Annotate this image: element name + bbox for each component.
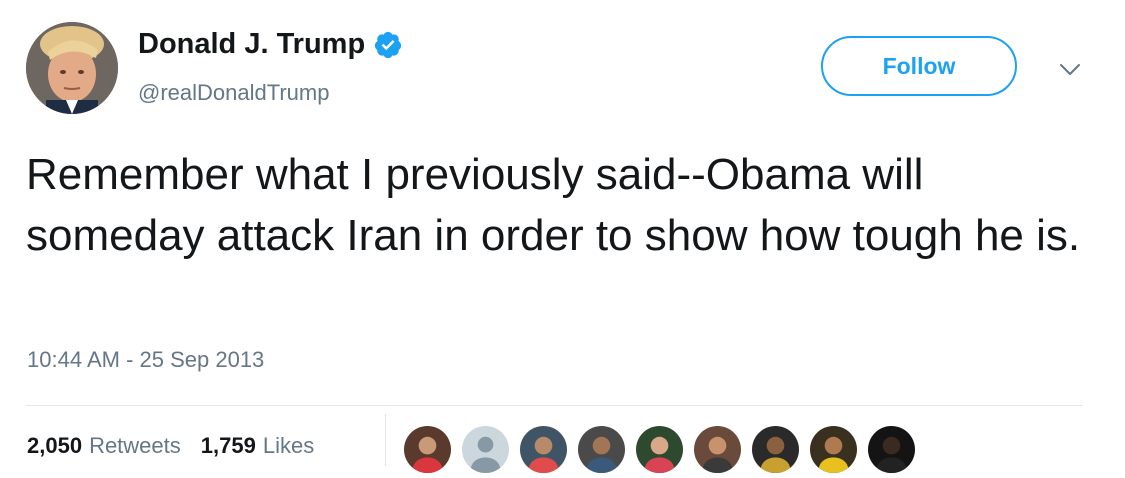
liker-avatar[interactable] — [752, 426, 799, 473]
more-options-button[interactable] — [1055, 56, 1085, 84]
verified-badge-icon — [375, 31, 402, 58]
tweet-card: Donald J. Trump @realDonaldTrump Follow … — [0, 0, 1125, 478]
tweet-text: Remember what I previously said--Obama w… — [26, 150, 1081, 260]
liker-avatar[interactable] — [520, 426, 567, 473]
liker-avatar[interactable] — [578, 426, 625, 473]
avatar-image — [868, 426, 915, 473]
retweets-label: Retweets — [89, 433, 181, 458]
liker-avatar[interactable] — [404, 426, 451, 473]
display-name-text: Donald J. Trump — [138, 28, 366, 60]
likes-stat[interactable]: 1,759 Likes — [201, 433, 314, 459]
default-user-icon — [462, 426, 509, 473]
retweets-stat[interactable]: 2,050 Retweets — [27, 433, 181, 459]
profile-avatar[interactable] — [26, 22, 118, 114]
avatar-image — [578, 426, 625, 473]
likes-label: Likes — [262, 433, 315, 458]
display-name[interactable]: Donald J. Trump — [138, 28, 403, 61]
liker-avatar[interactable] — [636, 426, 683, 473]
retweets-count: 2,050 — [27, 433, 83, 458]
avatar-image — [26, 22, 118, 114]
avatar-image — [810, 426, 857, 473]
tweet-timestamp[interactable]: 10:44 AM - 25 Sep 2013 — [27, 347, 264, 373]
tweet-stats: 2,050 Retweets 1,759 Likes — [27, 433, 314, 459]
liker-avatar[interactable] — [462, 426, 509, 473]
liker-avatars — [404, 426, 915, 474]
avatar-image — [752, 426, 799, 473]
avatar-image — [636, 426, 683, 473]
user-handle[interactable]: @realDonaldTrump — [138, 80, 329, 106]
stats-separator — [385, 414, 386, 466]
likes-count: 1,759 — [200, 433, 256, 458]
avatar-image — [694, 426, 741, 473]
liker-avatar[interactable] — [694, 426, 741, 473]
divider — [26, 405, 1083, 406]
avatar-image — [404, 426, 451, 473]
liker-avatar[interactable] — [810, 426, 857, 473]
chevron-down-icon — [1060, 64, 1080, 75]
follow-button[interactable]: Follow — [821, 36, 1017, 96]
avatar-image — [520, 426, 567, 473]
liker-avatar[interactable] — [868, 426, 915, 473]
